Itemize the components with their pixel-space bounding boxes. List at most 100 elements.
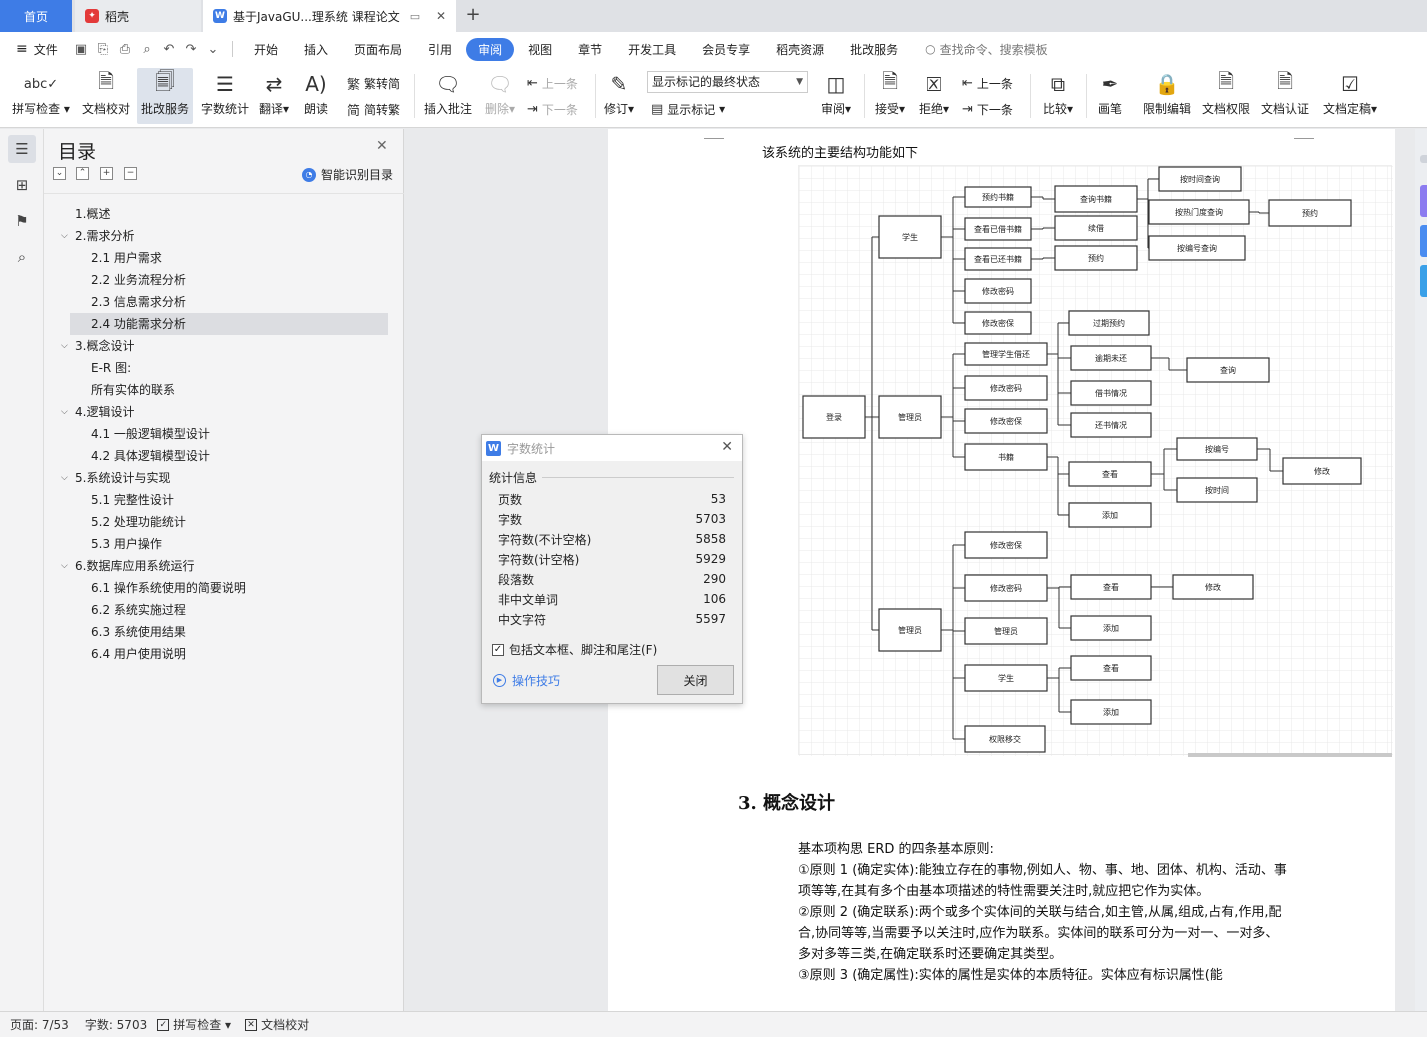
save-icon[interactable]: ▣	[70, 42, 92, 57]
toc-item[interactable]: 4.1 一般逻辑模型设计	[91, 423, 210, 445]
next-comment-button[interactable]: ⇥ 下一条	[527, 98, 578, 120]
toc-item[interactable]: 6.3 系统使用结果	[91, 621, 186, 643]
menu-item[interactable]: 引用	[416, 38, 464, 61]
next-change-button[interactable]: ⇥ 下一条	[962, 98, 1013, 120]
translate-button[interactable]: ⇄ 翻译▾	[256, 68, 292, 124]
menu-item[interactable]: 章节	[566, 38, 614, 61]
collapse-all-icon[interactable]: ⌄	[53, 167, 66, 180]
menu-item[interactable]: 开发工具	[616, 38, 688, 61]
toc-item[interactable]: 2.3 信息需求分析	[91, 291, 186, 313]
file-menu[interactable]: ≡ 文件	[0, 41, 70, 58]
trad-to-simp-button[interactable]: 繁繁转简	[347, 72, 400, 94]
toc-item[interactable]: ⌵ 6.数据库应用系统运行	[61, 555, 194, 577]
include-textbox-checkbox[interactable]: ✓ 包括文本框、脚注和尾注(F)	[492, 641, 657, 658]
show-markup-button[interactable]: ▤ 显示标记 ▾	[651, 98, 725, 120]
close-icon[interactable]: ✕	[436, 9, 446, 23]
expand-up-icon[interactable]: ⌃	[76, 167, 89, 180]
print-icon[interactable]: ⎙	[114, 42, 136, 57]
toc-item[interactable]: ⌵ 3.概念设计	[61, 335, 134, 357]
chevron-down-icon[interactable]: ⌵	[61, 225, 68, 247]
diagram-scrollbar[interactable]	[1188, 753, 1392, 757]
close-button[interactable]: 关闭	[657, 665, 734, 695]
toc-item[interactable]: 2.2 业务流程分析	[91, 269, 186, 291]
doc-proof-button[interactable]: 🗎 文档校对	[78, 68, 134, 124]
toc-item[interactable]: 5.2 处理功能统计	[91, 511, 186, 533]
correction-service-button[interactable]: 🗐 批改服务	[137, 68, 193, 124]
toc-item[interactable]: 2.4 功能需求分析	[70, 313, 388, 335]
compare-button[interactable]: ⧉ 比较▾	[1038, 68, 1078, 124]
close-icon[interactable]: ✕	[376, 138, 388, 154]
close-icon[interactable]: ✕	[721, 439, 733, 455]
function-structure-diagram[interactable]: 登录 学生 管理员 管理员 预约书籍 查看已借书籍 查看已还书籍 修改密码 修改密保 查询书籍 续借…	[798, 165, 1393, 756]
delete-comment-button[interactable]: 🗨 删除▾	[480, 68, 520, 124]
spell-check-status[interactable]: ✓ 拼写检查 ▾	[157, 1016, 231, 1033]
pin-icon[interactable]: ▭	[410, 10, 420, 23]
tips-link[interactable]: ▶ 操作技巧	[493, 672, 560, 689]
toc-item[interactable]: ⌵ 2.需求分析	[61, 225, 134, 247]
menu-item[interactable]: 批改服务	[838, 38, 910, 61]
doc-permission-button[interactable]: 🗎 文档权限	[1199, 68, 1253, 124]
chevron-down-icon[interactable]: ⌵	[61, 555, 68, 577]
chevron-down-icon[interactable]: ⌵	[61, 335, 68, 357]
print-preview-icon[interactable]: ⌕	[136, 42, 158, 57]
rail-tab-tools[interactable]	[1420, 265, 1427, 297]
toc-item[interactable]: ⌵ 4.逻辑设计	[61, 401, 134, 423]
tab-document[interactable]: W 基于JavaGU...理系统 课程论文 ▭ ✕	[203, 0, 456, 32]
menu-item[interactable]: 插入	[292, 38, 340, 61]
toc-item[interactable]: 5.1 完整性设计	[91, 489, 174, 511]
prev-change-button[interactable]: ⇤ 上一条	[962, 72, 1013, 94]
rail-tab-ai[interactable]	[1420, 185, 1427, 217]
rail-tab-style[interactable]	[1420, 225, 1427, 257]
toc-item[interactable]: 所有实体的联系	[91, 379, 175, 401]
doc-cert-button[interactable]: 🗎 文档认证	[1258, 68, 1312, 124]
toc-item[interactable]: 6.1 操作系统使用的简要说明	[91, 577, 246, 599]
prev-comment-button[interactable]: ⇤ 上一条	[527, 72, 578, 94]
markup-state-select[interactable]: 显示标记的最终状态 ▼	[647, 71, 808, 93]
insert-comment-button[interactable]: 🗨 插入批注	[421, 68, 475, 124]
toc-item[interactable]: 1.概述	[75, 203, 110, 225]
page-indicator[interactable]: 页面: 7/53	[10, 1016, 69, 1033]
restrict-edit-button[interactable]: 🔒 限制编辑	[1140, 68, 1194, 124]
command-search[interactable]: ○ 查找命令、搜索模板	[925, 41, 1048, 58]
word-count-indicator[interactable]: 字数: 5703	[85, 1016, 147, 1033]
dialog-titlebar[interactable]: W 字数统计	[482, 435, 742, 461]
reject-button[interactable]: 🗵 拒绝▾	[915, 68, 953, 124]
read-aloud-button[interactable]: A) 朗读	[298, 68, 334, 124]
toc-item[interactable]: E-R 图:	[91, 357, 131, 379]
smart-toc-button[interactable]: ◔ 智能识别目录	[302, 166, 393, 183]
undo-icon[interactable]: ↶	[158, 42, 180, 57]
doc-finalize-button[interactable]: ☑ 文档定稿▾	[1320, 68, 1380, 124]
toc-item[interactable]: ⌵ 5.系统设计与实现	[61, 467, 170, 489]
toc-item[interactable]: 6.2 系统实施过程	[91, 599, 186, 621]
search-icon[interactable]: ⌕	[8, 243, 36, 271]
export-pdf-icon[interactable]: ⎘	[92, 42, 114, 57]
tab-home[interactable]: 首页	[0, 0, 72, 32]
menu-item[interactable]: 页面布局	[342, 38, 414, 61]
doc-proof-status[interactable]: ✕ 文档校对	[245, 1016, 309, 1033]
menu-item[interactable]: 开始	[242, 38, 290, 61]
menu-item[interactable]: 稻壳资源	[764, 38, 836, 61]
review-pane-button[interactable]: ◫ 审阅▾	[816, 68, 856, 124]
tab-daoke[interactable]: ✦ 稻壳	[75, 0, 201, 32]
toc-item[interactable]: 4.2 具体逻辑模型设计	[91, 445, 210, 467]
redo-icon[interactable]: ↷	[180, 42, 202, 57]
chevron-down-icon[interactable]: ⌵	[61, 467, 68, 489]
chevron-down-icon[interactable]: ⌵	[61, 401, 68, 423]
spell-check-button[interactable]: abc✓ 拼写检查 ▾	[8, 68, 74, 124]
simp-to-trad-button[interactable]: 简简转繁	[347, 98, 400, 120]
new-tab-button[interactable]: +	[462, 4, 484, 26]
toc-item[interactable]: 6.4 用户使用说明	[91, 643, 186, 665]
quick-access-dropdown-icon[interactable]: ⌄	[202, 42, 224, 57]
toc-panel-icon[interactable]: ☰	[8, 135, 36, 163]
toc-item[interactable]: 5.3 用户操作	[91, 533, 162, 555]
accept-button[interactable]: 🗎 接受▾	[871, 68, 909, 124]
menu-item[interactable]: 会员专享	[690, 38, 762, 61]
revise-button[interactable]: ✎ 修订▾	[600, 68, 638, 124]
add-item-icon[interactable]: +	[100, 167, 113, 180]
toc-item[interactable]: 2.1 用户需求	[91, 247, 162, 269]
chapter-nav-icon[interactable]: ⊞	[8, 171, 36, 199]
word-count-button[interactable]: ☰ 字数统计	[197, 68, 253, 124]
rail-tab[interactable]	[1420, 155, 1427, 163]
remove-item-icon[interactable]: −	[124, 167, 137, 180]
bookmark-icon[interactable]: ⚑	[8, 207, 36, 235]
